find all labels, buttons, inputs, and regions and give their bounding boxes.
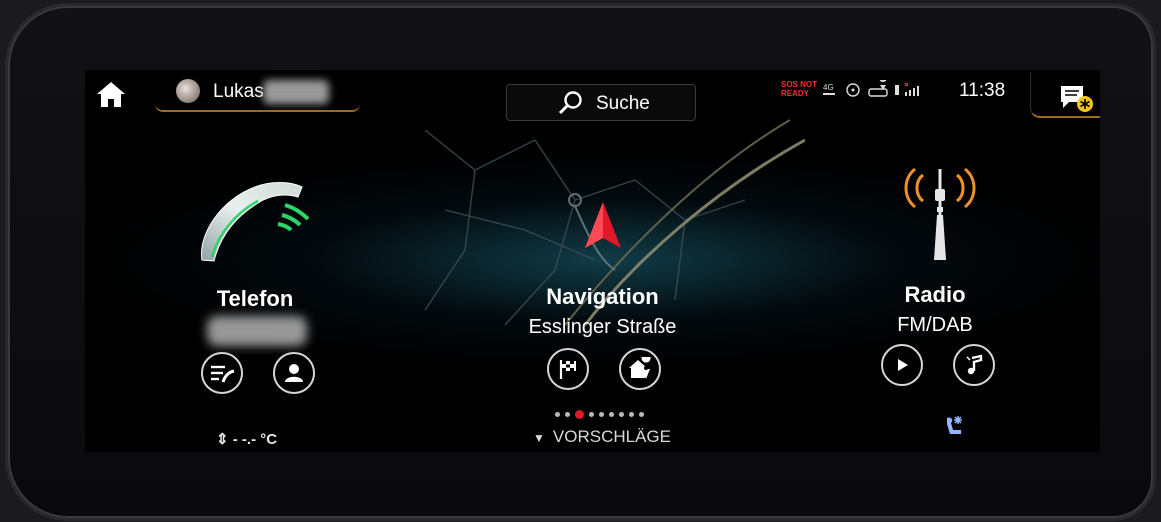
contact-person-icon [285, 364, 303, 382]
radio-tower-icon[interactable] [895, 165, 985, 265]
call-list-button[interactable] [201, 352, 243, 394]
radio-title[interactable]: Radio [875, 282, 995, 308]
profile-selector[interactable]: Lukas [155, 72, 360, 112]
destination-button[interactable] [547, 348, 589, 390]
page-dot[interactable] [619, 412, 624, 417]
page-dot[interactable] [639, 412, 644, 417]
radio-source: FM/DAB [897, 314, 973, 336]
page-dot[interactable] [589, 412, 594, 417]
search-label: Suche [596, 93, 650, 114]
page-dot[interactable] [555, 412, 560, 417]
home-pin-icon [629, 357, 652, 379]
play-button[interactable] [881, 344, 923, 386]
temperature-arrows-icon: ⇕ [216, 431, 233, 448]
clock: 11:38 [959, 80, 1006, 101]
telefon-title[interactable]: Telefon [185, 286, 325, 312]
page-dot[interactable] [565, 412, 570, 417]
contacts-button[interactable] [273, 352, 315, 394]
phone-handset-icon[interactable] [190, 175, 330, 270]
telefon-device-redacted [207, 316, 307, 346]
call-list-icon [211, 365, 235, 383]
infotainment-screen: Lukas Suche SOS NOT READY 4G 11:38 Telef… [85, 70, 1100, 452]
network-4g-icon: 4G [823, 83, 834, 92]
page-indicator[interactable] [555, 410, 644, 419]
checkered-flag-icon [559, 360, 576, 379]
battery-icon [895, 85, 899, 95]
wifi-hotspot-icon [846, 83, 860, 97]
navigation-street: Esslinger Straße [528, 316, 677, 338]
notification-icon[interactable] [1055, 80, 1095, 114]
sos-status: SOS NOT READY [781, 80, 818, 98]
chevron-down-icon: ▼ [533, 431, 545, 445]
navigation-title[interactable]: Navigation [515, 284, 690, 310]
home-destination-button[interactable] [619, 348, 661, 390]
seat-climate-icon[interactable] [939, 414, 967, 440]
suggestions-toggle[interactable]: ▼ VORSCHLÄGE [533, 427, 671, 447]
temperature-readout: ⇕ - -.- °C [216, 431, 278, 448]
avatar [176, 79, 200, 103]
search-button[interactable]: Suche [506, 84, 696, 121]
profile-surname-redacted [263, 80, 329, 104]
music-source-button[interactable] [953, 344, 995, 386]
profile-name: Lukas [213, 81, 264, 102]
page-dot[interactable] [629, 412, 634, 417]
page-dot-active[interactable] [575, 410, 584, 419]
page-dot[interactable] [609, 412, 614, 417]
page-dot[interactable] [599, 412, 604, 417]
car-location-icon [868, 80, 888, 97]
play-icon [898, 359, 908, 371]
home-icon[interactable] [95, 78, 127, 110]
navigation-arrow-icon[interactable] [583, 200, 623, 252]
status-icons: 4G [823, 80, 919, 97]
music-note-icon [966, 354, 983, 375]
status-bar: SOS NOT READY 4G 11:38 [779, 78, 1019, 104]
signal-icon [904, 82, 919, 96]
search-icon [558, 91, 582, 115]
